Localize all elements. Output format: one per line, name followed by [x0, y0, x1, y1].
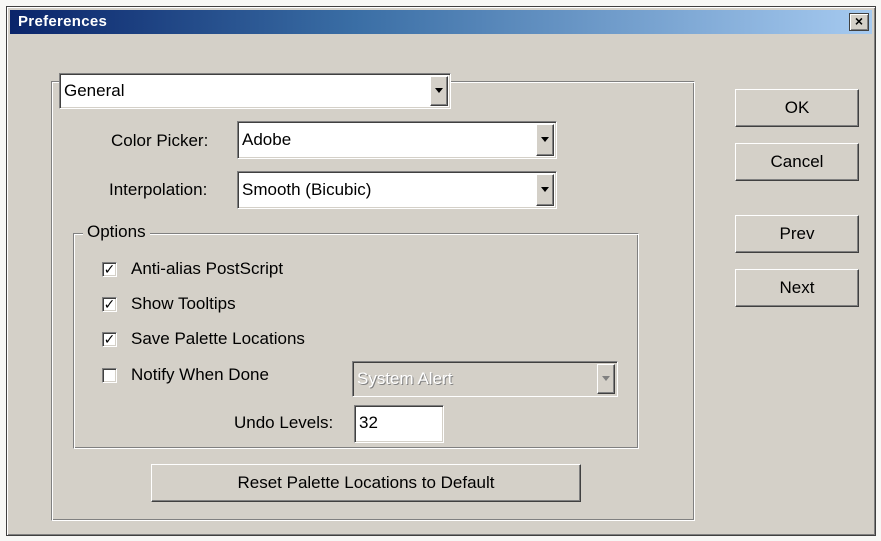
anti-alias-postscript-checkbox[interactable]: ✓ — [102, 261, 117, 277]
chevron-down-icon — [541, 187, 549, 192]
reset-palette-locations-button[interactable]: Reset Palette Locations to Default — [151, 464, 581, 502]
notify-sound-select: System Alert — [352, 361, 618, 397]
interpolation-dropdown-button[interactable] — [536, 174, 554, 206]
show-tooltips-checkbox[interactable]: ✓ — [102, 296, 117, 312]
title-bar[interactable]: Preferences × — [10, 10, 872, 34]
undo-levels-input[interactable]: 32 — [354, 405, 444, 443]
notify-when-done-label[interactable]: Notify When Done — [131, 365, 269, 385]
next-button[interactable]: Next — [735, 269, 859, 307]
cancel-button-label: Cancel — [770, 152, 824, 171]
window-title: Preferences — [18, 13, 108, 30]
close-button[interactable]: × — [849, 13, 869, 31]
panel-select-dropdown-button[interactable] — [430, 76, 448, 106]
interpolation-select[interactable]: Smooth (Bicubic) — [237, 171, 557, 209]
save-palette-locations-checkbox[interactable]: ✓ — [102, 331, 117, 347]
interpolation-label: Interpolation: — [109, 180, 208, 199]
show-tooltips-label[interactable]: Show Tooltips — [131, 294, 236, 314]
color-picker-dropdown-button[interactable] — [536, 124, 554, 156]
undo-levels-label: Undo Levels: — [234, 413, 334, 432]
next-button-label: Next — [779, 278, 815, 297]
ok-button[interactable]: OK — [735, 89, 859, 127]
panel-select[interactable]: General — [59, 73, 451, 109]
prev-button[interactable]: Prev — [735, 215, 859, 253]
check-icon: ✓ — [103, 296, 116, 312]
chevron-down-icon — [435, 88, 443, 93]
options-legend: Options — [83, 222, 150, 242]
color-picker-label: Color Picker: — [111, 131, 209, 150]
check-icon: ✓ — [103, 261, 116, 277]
check-icon: ✓ — [103, 331, 116, 347]
color-picker-select[interactable]: Adobe — [237, 121, 557, 159]
notify-when-done-checkbox[interactable] — [102, 368, 117, 383]
chevron-down-icon — [541, 137, 549, 142]
cancel-button[interactable]: Cancel — [735, 143, 859, 181]
save-palette-locations-label[interactable]: Save Palette Locations — [131, 329, 305, 349]
anti-alias-postscript-label[interactable]: Anti-alias PostScript — [131, 259, 283, 279]
ok-button-label: OK — [784, 98, 810, 117]
reset-palette-locations-label: Reset Palette Locations to Default — [237, 473, 495, 492]
chevron-down-icon — [602, 376, 610, 381]
color-picker-value: Adobe — [242, 130, 292, 149]
panel-select-value: General — [64, 81, 125, 100]
notify-sound-dropdown-button — [597, 364, 615, 394]
notify-sound-value: System Alert — [357, 369, 453, 388]
preferences-dialog: Preferences × General Color Picker: Adob… — [6, 6, 876, 536]
prev-button-label: Prev — [779, 224, 815, 243]
close-icon: × — [854, 13, 864, 29]
interpolation-value: Smooth (Bicubic) — [242, 180, 372, 199]
